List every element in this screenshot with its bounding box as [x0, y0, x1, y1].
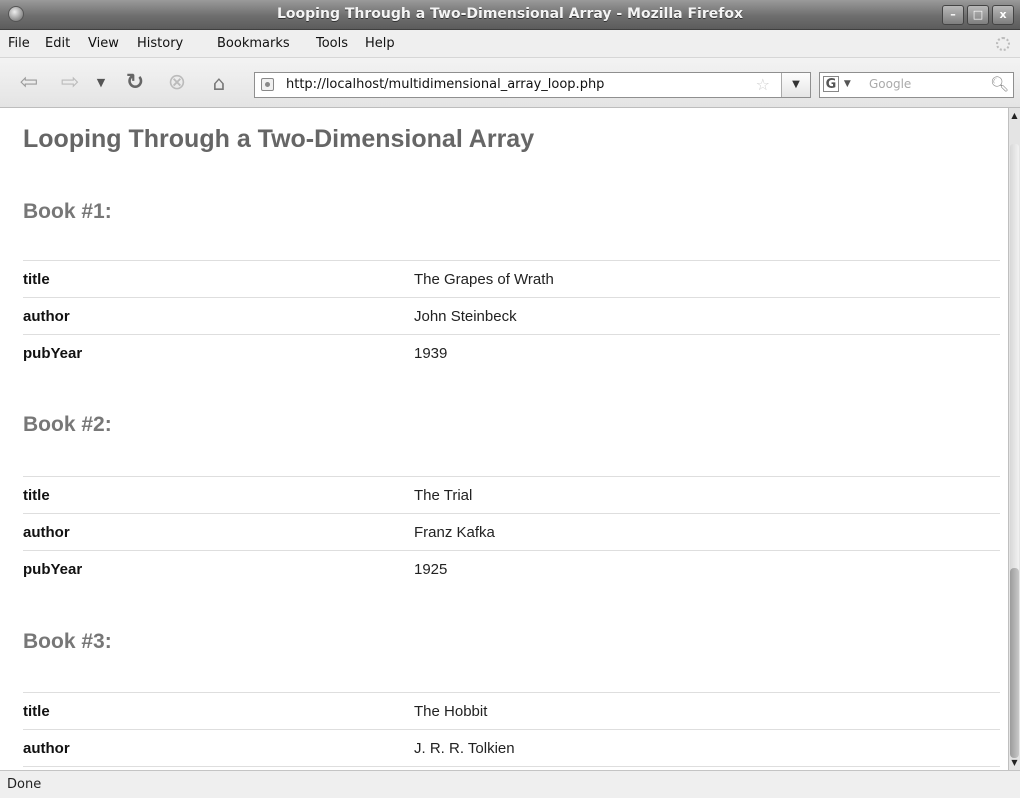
table-row: pubYear 1939 [23, 334, 1000, 372]
menu-view[interactable]: View [88, 36, 119, 51]
menu-edit[interactable]: Edit [45, 36, 70, 51]
page-icon [261, 78, 274, 91]
row-value: The Hobbit [390, 692, 1000, 730]
menu-history[interactable]: History [137, 36, 183, 51]
table-row: author John Steinbeck [23, 297, 1000, 335]
search-placeholder[interactable]: Google [869, 77, 911, 91]
book-heading-2: Book #2: [23, 413, 112, 436]
forward-icon[interactable]: ⇨ [57, 71, 83, 95]
row-key: author [23, 513, 390, 551]
row-key: author [23, 297, 390, 335]
menu-file[interactable]: File [8, 36, 30, 51]
row-value: 1925 [390, 550, 1000, 588]
row-value: John Steinbeck [390, 297, 1000, 335]
window-title: Looping Through a Two-Dimensional Array … [277, 6, 743, 22]
book-table-1: title The Grapes of Wrath author John St… [23, 260, 1000, 372]
menu-bar: File Edit View History Bookmarks Tools H… [0, 30, 1020, 58]
search-engine-selector[interactable]: G ▼ [823, 76, 859, 94]
close-button[interactable]: x [992, 5, 1014, 25]
table-row: author Franz Kafka [23, 513, 1000, 551]
table-row: title The Trial [23, 476, 1000, 514]
book-table-3: title The Hobbit author J. R. R. Tolkien… [23, 692, 1000, 770]
table-row: title The Grapes of Wrath [23, 260, 1000, 298]
row-key: author [23, 729, 390, 767]
bookmark-star-icon[interactable]: ☆ [756, 75, 770, 94]
table-row: author J. R. R. Tolkien [23, 729, 1000, 767]
maximize-button[interactable]: □ [967, 5, 989, 25]
back-icon[interactable]: ⇦ [16, 71, 42, 95]
row-value: Franz Kafka [390, 513, 1000, 551]
row-value: The Grapes of Wrath [390, 260, 1000, 298]
url-text[interactable]: http://localhost/multidimensional_array_… [286, 77, 604, 92]
chevron-down-icon: ▼ [843, 79, 851, 89]
vertical-scrollbar[interactable]: ▲ ▼ [1008, 108, 1020, 770]
home-icon[interactable]: ⌂ [206, 71, 232, 95]
status-bar: Done [0, 770, 1020, 798]
window-controls: – □ x [942, 5, 1014, 25]
throbber-icon [996, 37, 1010, 51]
google-icon: G [823, 76, 839, 92]
search-box[interactable]: G ▼ Google 🔍︎ [819, 72, 1014, 98]
stop-icon[interactable]: ⊗ [164, 71, 190, 95]
window-titlebar: Looping Through a Two-Dimensional Array … [0, 0, 1020, 30]
row-key: pubYear [23, 550, 390, 588]
scroll-up-arrow-icon[interactable]: ▲ [1009, 110, 1020, 121]
reload-icon[interactable]: ↻ [122, 71, 148, 95]
url-bar[interactable]: http://localhost/multidimensional_array_… [254, 72, 811, 98]
row-key: title [23, 476, 390, 514]
url-dropdown-button[interactable]: ▼ [781, 73, 810, 97]
menu-bookmarks[interactable]: Bookmarks [217, 36, 290, 51]
book-heading-1: Book #1: [23, 200, 112, 223]
menu-help[interactable]: Help [365, 36, 395, 51]
page-content: Looping Through a Two-Dimensional Array … [0, 108, 1008, 770]
row-value: J. R. R. Tolkien [390, 729, 1000, 767]
scroll-down-arrow-icon[interactable]: ▼ [1009, 757, 1020, 768]
history-dropdown-icon[interactable]: ▼ [94, 71, 108, 95]
row-key: title [23, 260, 390, 298]
search-icon[interactable]: 🔍︎ [990, 75, 1009, 93]
row-value: The Trial [390, 476, 1000, 514]
status-text: Done [7, 777, 42, 792]
row-key: pubYear [23, 334, 390, 372]
book-heading-3: Book #3: [23, 630, 112, 653]
minimize-button[interactable]: – [942, 5, 964, 25]
row-value: 1939 [390, 334, 1000, 372]
navigation-toolbar: ⇦ ⇨ ▼ ↻ ⊗ ⌂ http://localhost/multidimens… [0, 58, 1020, 108]
page-title: Looping Through a Two-Dimensional Array [23, 125, 535, 153]
scroll-thumb[interactable] [1010, 568, 1019, 758]
menu-tools[interactable]: Tools [316, 36, 348, 51]
row-key: title [23, 692, 390, 730]
table-row: title The Hobbit [23, 692, 1000, 730]
book-table-2: title The Trial author Franz Kafka pubYe… [23, 476, 1000, 588]
table-row: pubYear 1925 [23, 550, 1000, 588]
